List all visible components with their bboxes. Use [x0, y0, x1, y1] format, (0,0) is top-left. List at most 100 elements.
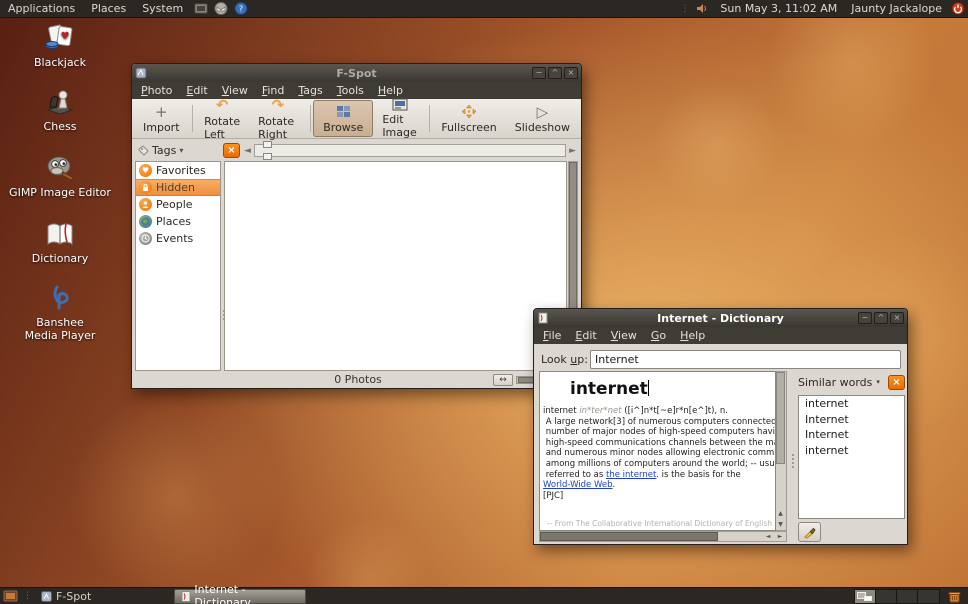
chess-icon: [44, 86, 76, 118]
workspace-switcher: [854, 589, 940, 604]
desktop-icon-gimp[interactable]: GIMP Image Editor: [0, 152, 120, 199]
clock[interactable]: Sun May 3, 11:02 AM: [720, 2, 837, 15]
workspace-3[interactable]: [897, 590, 918, 603]
tag-people[interactable]: People: [136, 196, 220, 213]
timeline-right-icon[interactable]: ►: [569, 146, 576, 156]
pane-separator[interactable]: [791, 454, 795, 468]
toolbar-label: Import: [143, 121, 180, 134]
shutdown-icon[interactable]: [951, 2, 965, 15]
help-launcher-icon[interactable]: ?: [234, 2, 248, 15]
tag-label: Events: [156, 232, 193, 245]
desktop-icon-banshee[interactable]: Banshee Media Player: [0, 284, 120, 342]
fspot-titlebar[interactable]: F-Spot − ^ ×: [132, 64, 581, 82]
minimize-button[interactable]: −: [532, 67, 546, 79]
menu-system[interactable]: System: [134, 1, 191, 16]
window-title: F-Spot: [132, 67, 581, 80]
slideshow-button[interactable]: ▷ Slideshow: [506, 100, 579, 137]
desktop-icon-blackjack[interactable]: ♥ Blackjack: [0, 22, 120, 69]
menu-tags[interactable]: Tags: [291, 83, 329, 98]
scrollbar-thumb[interactable]: [540, 532, 718, 541]
dictionary-source: -- From The Collaborative International …: [547, 519, 772, 528]
mail-launcher-icon[interactable]: [214, 2, 228, 15]
import-button[interactable]: + Import: [134, 100, 189, 137]
menu-applications[interactable]: Applications: [0, 1, 83, 16]
scroll-down-icon[interactable]: ▼: [776, 519, 785, 530]
similar-word-item[interactable]: Internet: [799, 427, 904, 443]
menu-photo[interactable]: Photo: [134, 83, 179, 98]
toolbar-separator: [310, 105, 311, 132]
desktop-icon-dictionary[interactable]: Dictionary: [0, 218, 120, 265]
rotate-left-button[interactable]: ↶ Rotate Left: [195, 100, 249, 137]
similar-word-item[interactable]: Internet: [799, 412, 904, 428]
desktop-icon-chess[interactable]: Chess: [0, 86, 120, 133]
minimize-button[interactable]: −: [858, 312, 872, 324]
lookup-input[interactable]: [590, 350, 901, 369]
tag-places[interactable]: Places: [136, 213, 220, 230]
desktop: Applications Places System ? ⋮ Sun May 3…: [0, 0, 968, 604]
workspace-4[interactable]: [918, 590, 939, 603]
clear-button[interactable]: [798, 522, 821, 542]
tag-favorites[interactable]: ♥ Favorites: [136, 162, 220, 179]
menu-edit[interactable]: Edit: [179, 83, 214, 98]
definition-panel[interactable]: internet internet in*ter*net ([i^]n*t[~e…: [539, 371, 776, 531]
scroll-right-icon[interactable]: ►: [774, 532, 786, 541]
menu-view[interactable]: View: [604, 328, 644, 343]
edit-image-icon: [392, 98, 408, 112]
tags-selector[interactable]: Tags ▾: [133, 144, 223, 157]
menu-tools[interactable]: Tools: [330, 83, 371, 98]
task-dictionary[interactable]: Internet - Dictionary: [174, 589, 306, 604]
close-tags-pane-button[interactable]: ×: [223, 143, 240, 158]
similar-words-header[interactable]: Similar words ▾ ×: [798, 373, 905, 391]
close-similar-pane-button[interactable]: ×: [888, 375, 905, 390]
pronunciation: in*ter*net: [579, 406, 621, 416]
close-button[interactable]: ×: [564, 67, 578, 79]
volume-icon[interactable]: [695, 2, 709, 15]
menu-help[interactable]: Help: [673, 328, 712, 343]
photo-view[interactable]: [224, 161, 567, 371]
similar-word-item[interactable]: internet: [799, 443, 904, 459]
tag-hidden[interactable]: Hidden: [136, 179, 220, 196]
browse-button[interactable]: Browse: [313, 100, 373, 137]
task-fspot[interactable]: F-Spot: [35, 589, 150, 604]
similar-words-list[interactable]: internet Internet Internet internet: [798, 395, 905, 519]
close-button[interactable]: ×: [890, 312, 904, 324]
scroll-left-icon[interactable]: ◄: [762, 532, 774, 541]
scrollbar-thumb[interactable]: [776, 372, 785, 464]
link-the-internet[interactable]: the internet: [606, 470, 656, 480]
scroll-up-icon[interactable]: ▲: [776, 508, 785, 519]
menu-go[interactable]: Go: [644, 328, 673, 343]
desktop-icon-label: Banshee Media Player: [18, 316, 102, 342]
fullscreen-icon: [461, 103, 477, 120]
maximize-button[interactable]: ^: [548, 67, 562, 79]
menu-file[interactable]: File: [536, 328, 568, 343]
workspace-2[interactable]: [876, 590, 897, 603]
chevron-down-icon: ▾: [179, 146, 183, 155]
toolbar-separator: [192, 105, 193, 132]
terminal-launcher-icon[interactable]: [194, 2, 208, 15]
rotate-right-button[interactable]: ↷ Rotate Right: [249, 100, 307, 137]
menu-help[interactable]: Help: [371, 83, 410, 98]
timeline-left-icon[interactable]: ◄: [244, 146, 251, 156]
fullscreen-button[interactable]: Fullscreen: [432, 100, 505, 137]
timeline-handle[interactable]: [263, 141, 270, 160]
trash-icon[interactable]: [948, 590, 962, 603]
menu-edit[interactable]: Edit: [568, 328, 603, 343]
definition-hscrollbar[interactable]: ◄ ►: [539, 531, 787, 542]
definition-vscrollbar[interactable]: ▲ ▼: [776, 371, 787, 531]
definition-text: internet in*ter*net ([i^]n*t[~e]r*n[e^]t…: [543, 406, 775, 501]
show-desktop-icon[interactable]: [3, 590, 17, 603]
timeline[interactable]: ◄ ►: [240, 144, 580, 157]
similar-word-item[interactable]: internet: [799, 396, 904, 412]
dictionary-titlebar[interactable]: Internet - Dictionary − ^ ×: [534, 309, 907, 327]
blackjack-icon: ♥: [44, 22, 76, 54]
applet-grip[interactable]: ⋮: [680, 4, 688, 14]
edit-image-button[interactable]: Edit Image: [373, 100, 425, 137]
menu-places[interactable]: Places: [83, 1, 134, 16]
timeline-groove[interactable]: [254, 144, 566, 157]
rotate-left-icon: ↶: [216, 97, 229, 114]
zoom-fit-button[interactable]: ↔: [493, 374, 513, 386]
link-world-wide-web[interactable]: World-Wide Web: [543, 480, 613, 490]
workspace-1[interactable]: [855, 590, 876, 603]
tag-events[interactable]: Events: [136, 230, 220, 247]
maximize-button[interactable]: ^: [874, 312, 888, 324]
